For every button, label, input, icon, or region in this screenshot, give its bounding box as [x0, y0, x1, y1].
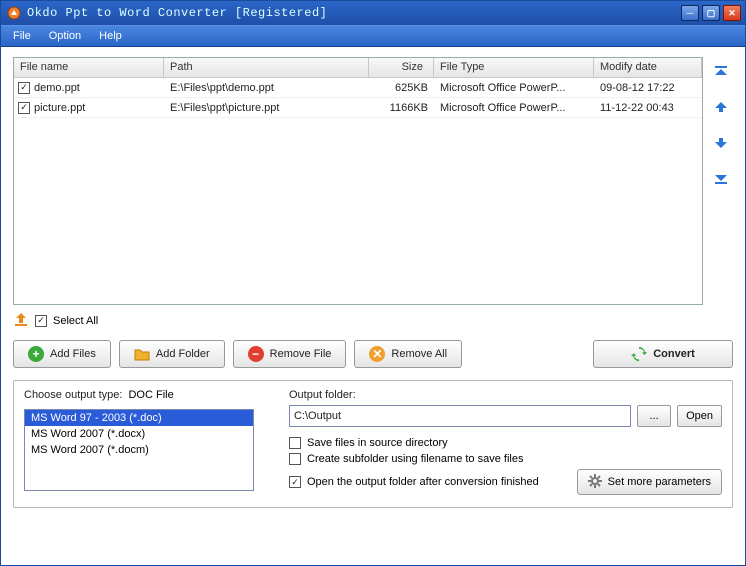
cell-size: 1166KB: [369, 100, 434, 116]
close-button[interactable]: ✕: [723, 5, 741, 21]
cell-date: 09-08-12 17:22: [594, 80, 702, 96]
plus-icon: +: [28, 346, 44, 362]
add-folder-label: Add Folder: [156, 348, 210, 360]
menu-option[interactable]: Option: [45, 28, 85, 44]
move-bottom-button[interactable]: [711, 169, 731, 189]
browse-button[interactable]: ...: [637, 405, 671, 427]
row-checkbox[interactable]: [18, 82, 30, 94]
open-after-label: Open the output folder after conversion …: [307, 476, 539, 488]
cell-path: E:\Files\ppt\picture.ppt: [164, 100, 369, 116]
output-type-item[interactable]: MS Word 2007 (*.docm): [25, 442, 253, 458]
create-subfolder-label: Create subfolder using filename to save …: [307, 453, 523, 465]
choose-type-label: Choose output type:: [24, 389, 122, 401]
menubar: File Option Help: [1, 25, 745, 47]
save-in-source-label: Save files in source directory: [307, 437, 448, 449]
select-all-label: Select All: [53, 315, 98, 327]
move-up-button[interactable]: [711, 97, 731, 117]
cell-type: Microsoft Office PowerP...: [434, 100, 594, 116]
th-modifydate[interactable]: Modify date: [594, 58, 702, 77]
output-folder-label: Output folder:: [289, 389, 722, 401]
move-top-button[interactable]: [711, 61, 731, 81]
remove-file-label: Remove File: [270, 348, 332, 360]
th-size[interactable]: Size: [369, 58, 434, 77]
output-panel: Choose output type: DOC File MS Word 97 …: [13, 380, 733, 508]
convert-button[interactable]: Convert: [593, 340, 733, 368]
cell-path: E:\Files\ppt\demo.ppt: [164, 80, 369, 96]
menu-help[interactable]: Help: [95, 28, 126, 44]
up-folder-icon[interactable]: [13, 311, 29, 330]
titlebar: Okdo Ppt to Word Converter [Registered] …: [1, 1, 745, 25]
th-filetype[interactable]: File Type: [434, 58, 594, 77]
file-table: File name Path Size File Type Modify dat…: [13, 57, 703, 305]
create-subfolder-checkbox[interactable]: [289, 453, 301, 465]
table-header: File name Path Size File Type Modify dat…: [14, 58, 702, 78]
save-in-source-checkbox[interactable]: [289, 437, 301, 449]
folder-icon: [134, 346, 150, 362]
remove-file-button[interactable]: − Remove File: [233, 340, 347, 368]
table-row[interactable]: demo.ppt E:\Files\ppt\demo.ppt625KBMicros…: [14, 78, 702, 98]
set-more-parameters-button[interactable]: Set more parameters: [577, 469, 722, 495]
move-down-button[interactable]: [711, 133, 731, 153]
table-row[interactable]: picture.ppt E:\Files\ppt\picture.ppt1166K…: [14, 98, 702, 118]
add-folder-button[interactable]: Add Folder: [119, 340, 225, 368]
output-type-listbox[interactable]: MS Word 97 - 2003 (*.doc)MS Word 2007 (*…: [24, 409, 254, 491]
add-files-label: Add Files: [50, 348, 96, 360]
reorder-buttons: [711, 61, 731, 189]
cell-filename: demo.ppt: [34, 82, 80, 94]
open-folder-button[interactable]: Open: [677, 405, 722, 427]
select-all-checkbox[interactable]: [35, 315, 47, 327]
add-files-button[interactable]: + Add Files: [13, 340, 111, 368]
remove-all-icon: ✕: [369, 346, 385, 362]
th-path[interactable]: Path: [164, 58, 369, 77]
gear-icon: [588, 474, 602, 491]
th-filename[interactable]: File name: [14, 58, 164, 77]
output-type-item[interactable]: MS Word 2007 (*.docx): [25, 426, 253, 442]
maximize-button[interactable]: ▢: [702, 5, 720, 21]
app-window: Okdo Ppt to Word Converter [Registered] …: [0, 0, 746, 566]
convert-label: Convert: [653, 348, 695, 360]
cell-date: 11-12-22 00:43: [594, 100, 702, 116]
open-after-checkbox[interactable]: [289, 476, 301, 488]
set-more-parameters-label: Set more parameters: [608, 476, 711, 488]
output-type-item[interactable]: MS Word 97 - 2003 (*.doc): [25, 410, 253, 426]
cell-type: Microsoft Office PowerP...: [434, 80, 594, 96]
convert-icon: [631, 346, 647, 362]
choose-type-value: DOC File: [128, 389, 173, 405]
row-checkbox[interactable]: [18, 102, 30, 114]
window-title: Okdo Ppt to Word Converter [Registered]: [27, 6, 327, 20]
remove-all-label: Remove All: [391, 348, 447, 360]
menu-file[interactable]: File: [9, 28, 35, 44]
output-folder-input[interactable]: [289, 405, 631, 427]
minus-icon: −: [248, 346, 264, 362]
app-icon: [7, 6, 21, 20]
remove-all-button[interactable]: ✕ Remove All: [354, 340, 462, 368]
minimize-button[interactable]: ─: [681, 5, 699, 21]
cell-size: 625KB: [369, 80, 434, 96]
cell-filename: picture.ppt: [34, 102, 85, 114]
